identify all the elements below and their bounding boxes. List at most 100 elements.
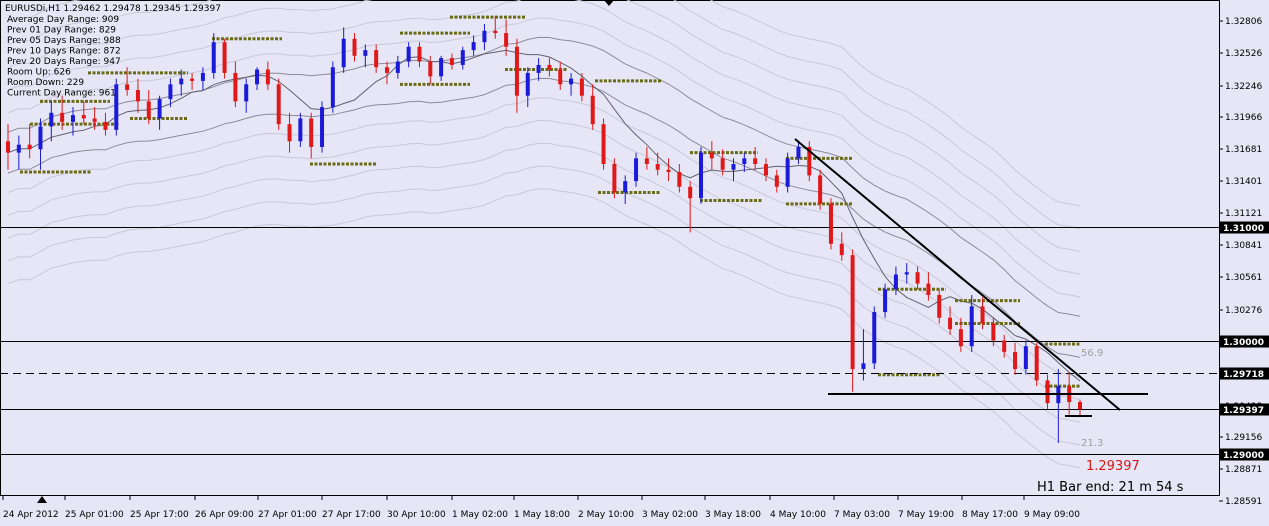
- candle-body: [135, 90, 140, 102]
- candle-body: [818, 175, 823, 204]
- level-price-label: 1.30000: [1223, 338, 1264, 348]
- candle-body: [471, 42, 476, 51]
- level-price-label: 1.29000: [1223, 451, 1264, 461]
- candle-body: [309, 118, 314, 147]
- candle-body: [38, 126, 43, 150]
- chart-window[interactable]: 56.9 21.3 EURUSDi,H1 1.29462 1.29478 1.2…: [0, 0, 1269, 526]
- x-tick-label: 25 Apr 17:00: [130, 510, 189, 520]
- candle-body: [190, 78, 195, 81]
- candlestick-chart[interactable]: 56.9 21.3 EURUSDi,H1 1.29462 1.29478 1.2…: [0, 0, 1269, 526]
- x-tick-label: 1 May 18:00: [514, 510, 570, 520]
- y-tick-label: 1.32526: [1225, 49, 1262, 59]
- x-tick-label: 26 Apr 09:00: [195, 510, 254, 520]
- candle-body: [460, 50, 465, 65]
- candle-body: [363, 50, 368, 56]
- y-tick-label: 1.32806: [1225, 17, 1262, 27]
- candle-body: [287, 124, 292, 142]
- candle-body: [395, 61, 400, 73]
- x-tick-label: 2 May 10:00: [578, 510, 634, 520]
- candle-body: [872, 312, 877, 364]
- candle-body: [103, 121, 108, 130]
- candle-body: [1023, 346, 1028, 370]
- level-price-label: 1.31000: [1223, 224, 1264, 234]
- candle-body: [1034, 346, 1039, 381]
- candle-body: [60, 112, 65, 122]
- candle-body: [731, 164, 736, 170]
- current-price-readout: 1.29397: [1086, 459, 1140, 474]
- candle-body: [753, 158, 758, 165]
- x-tick-label: 9 May 09:00: [1024, 510, 1080, 520]
- candle-body: [948, 317, 953, 330]
- y-tick-label: 1.30561: [1225, 273, 1262, 283]
- x-tick-label: 1 May 02:00: [452, 510, 508, 520]
- candle-body: [92, 118, 97, 122]
- candle-body: [634, 158, 639, 182]
- candle-body: [904, 272, 909, 275]
- candle-body: [244, 84, 249, 102]
- candle-body: [850, 255, 855, 370]
- x-tick-label: 30 Apr 10:00: [387, 510, 446, 520]
- y-tick-label: 1.28591: [1225, 497, 1262, 507]
- candle-body: [828, 203, 833, 244]
- y-tick-label: 1.28871: [1225, 465, 1262, 475]
- y-tick-label: 1.30841: [1225, 241, 1262, 251]
- x-tick-label: 3 May 18:00: [705, 510, 761, 520]
- candle-body: [666, 169, 671, 173]
- candle-body: [785, 158, 790, 187]
- candle-body: [883, 289, 888, 313]
- candle-body: [406, 46, 411, 62]
- candle-body: [482, 30, 487, 43]
- candle-body: [1002, 340, 1007, 352]
- candle-body: [774, 175, 779, 187]
- candle-body: [439, 58, 444, 77]
- candle-body: [428, 61, 433, 77]
- candle-body: [200, 72, 205, 81]
- candle-body: [168, 84, 173, 100]
- candle-body: [330, 67, 335, 108]
- candle-body: [991, 323, 996, 341]
- candle-body: [81, 115, 86, 119]
- candle-body: [915, 272, 920, 284]
- x-tick-label: 27 Apr 01:00: [258, 510, 317, 520]
- y-tick-label: 1.31681: [1225, 145, 1262, 155]
- candle-body: [1013, 351, 1018, 370]
- x-tick-label: 7 May 19:00: [898, 510, 954, 520]
- candle-body: [70, 115, 75, 122]
- candle-body: [179, 78, 184, 85]
- y-tick-label: 1.31401: [1225, 177, 1262, 187]
- candle-body: [655, 164, 660, 170]
- candle-body: [6, 141, 10, 153]
- candle-body: [514, 46, 519, 96]
- y-tick-label: 1.30276: [1225, 306, 1262, 316]
- candle-body: [352, 38, 357, 56]
- candle-body: [384, 67, 389, 73]
- candle-body: [125, 84, 130, 91]
- candle-body: [699, 152, 704, 199]
- x-tick-label: 7 May 03:00: [834, 510, 890, 520]
- info-line: Prev 05 Days Range: 988: [7, 36, 121, 46]
- candle-body: [449, 58, 454, 65]
- candle-body: [233, 72, 238, 102]
- candle-body: [255, 69, 260, 85]
- candle-body: [276, 84, 281, 125]
- candle-body: [937, 294, 942, 318]
- candle-body: [590, 95, 595, 125]
- candle-body: [320, 107, 325, 147]
- candle-body: [958, 329, 963, 347]
- candle-body: [623, 181, 628, 193]
- candle-body: [49, 112, 54, 127]
- candle-body: [525, 72, 530, 96]
- candle-body: [146, 101, 151, 119]
- candle-body: [265, 69, 270, 85]
- x-tick-label: 4 May 10:00: [770, 510, 826, 520]
- candle-body: [298, 118, 303, 142]
- info-line: Prev 10 Days Range: 872: [7, 47, 121, 57]
- candle-body: [677, 172, 682, 187]
- x-tick-label: 3 May 02:00: [642, 510, 698, 520]
- candle-body: [839, 243, 844, 256]
- candle-body: [796, 146, 801, 159]
- candle-body: [579, 78, 584, 96]
- candle-body: [493, 30, 498, 34]
- candle-body: [1078, 402, 1082, 410]
- info-line: Prev 20 Days Range: 947: [7, 57, 121, 67]
